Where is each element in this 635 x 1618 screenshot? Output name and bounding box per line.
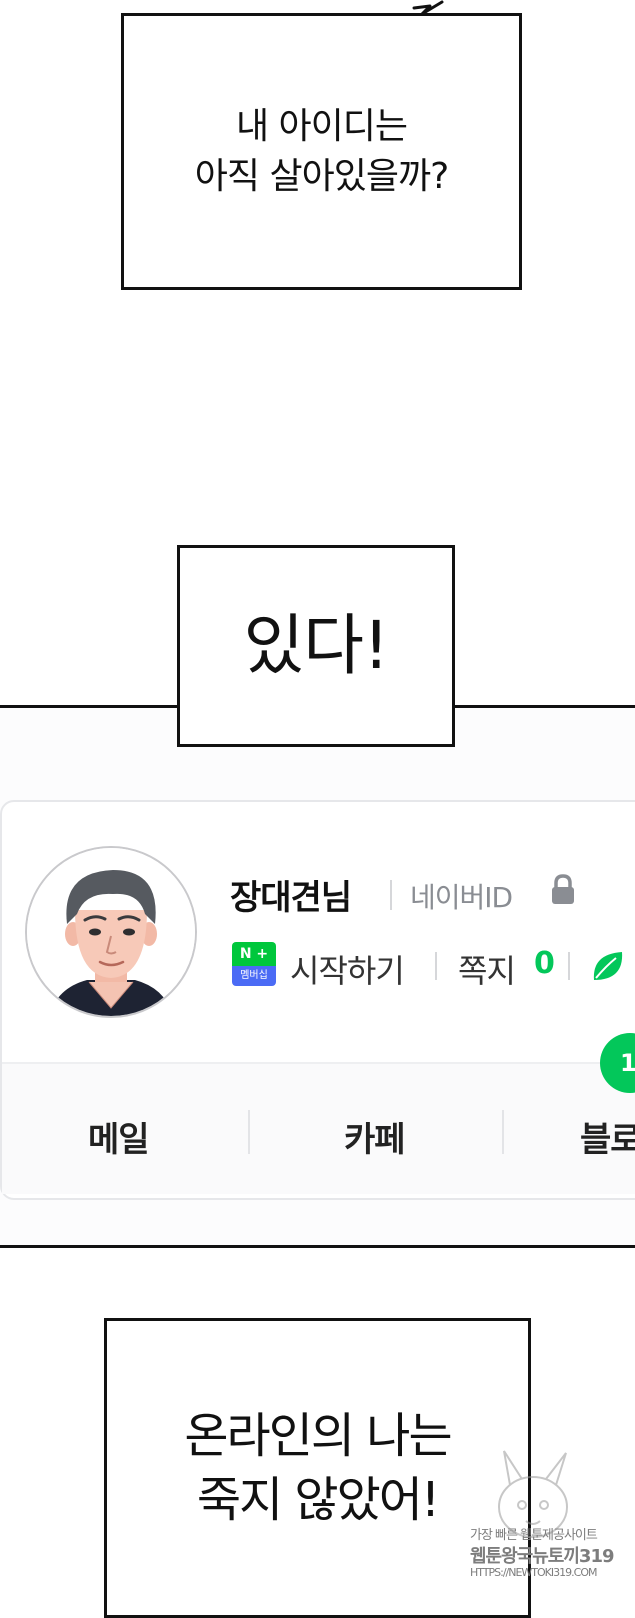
watermark-text: 가장 빠른 웹툰제공사이트 — [470, 1528, 598, 1543]
leaf-icon[interactable] — [590, 948, 626, 984]
badge-bottom-label: 멤버십 — [232, 966, 276, 986]
divider — [568, 952, 570, 980]
caption-box-top: 내 아이디는 아직 살아있을까? — [121, 13, 522, 290]
badge-top-label: N + — [232, 942, 276, 966]
watermark-text: 웹툰왕국뉴토끼319 — [470, 1546, 614, 1567]
divider — [248, 1110, 250, 1154]
membership-badge-icon[interactable]: N + 멤버십 — [232, 942, 276, 986]
messages-count[interactable]: 0 — [534, 946, 555, 981]
caption-line: 있다! — [243, 607, 390, 684]
avatar[interactable] — [25, 846, 197, 1018]
profile-panel: 장대견님 네이버ID N + 멤버십 시작하기 쪽지 0 메일 카페 블로 — [0, 705, 635, 1248]
tab-blog[interactable]: 블로 — [580, 1112, 635, 1161]
caption-line: 아직 살아있을까? — [194, 155, 449, 197]
divider — [390, 880, 392, 910]
profile-name: 장대견님 — [230, 878, 352, 918]
watermark-text: HTTPS://NEWTOKI319.COM — [470, 1566, 597, 1579]
avatar-illustration — [27, 848, 195, 1016]
caption-line: 온라인의 나는 — [184, 1408, 452, 1464]
caption-line: 내 아이디는 — [235, 105, 408, 147]
membership-start-link[interactable]: 시작하기 — [290, 946, 405, 992]
tab-cafe[interactable]: 카페 — [344, 1112, 406, 1161]
caption-line: 죽지 않았어! — [196, 1472, 440, 1528]
messages-link[interactable]: 쪽지 — [458, 946, 516, 992]
divider — [502, 1110, 504, 1154]
service-tabs: 메일 카페 블로 — [2, 1062, 635, 1194]
tab-mail[interactable]: 메일 — [88, 1112, 150, 1161]
naver-id-label[interactable]: 네이버ID — [410, 876, 513, 916]
divider — [435, 952, 437, 980]
profile-card: 장대견님 네이버ID N + 멤버십 시작하기 쪽지 0 메일 카페 블로 — [0, 800, 635, 1200]
lock-icon[interactable] — [550, 874, 576, 906]
caption-box-middle: 있다! — [177, 545, 455, 747]
